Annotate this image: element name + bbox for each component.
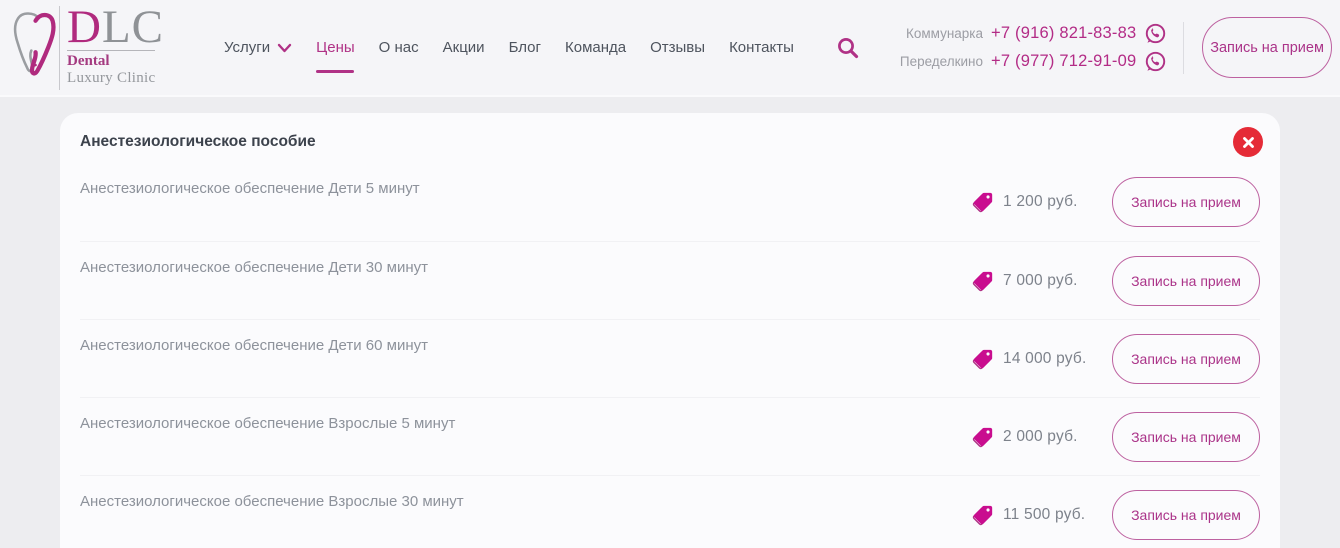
contact-row: Переделкино +7 (977) 712-91-09 — [900, 50, 1167, 73]
contacts-block: Коммунарка +7 (916) 821-83-83 Переделкин… — [900, 22, 1167, 73]
logo-text: DLC Dental Luxury Clinic — [67, 4, 164, 87]
row-appointment-button[interactable]: Запись на прием — [1112, 255, 1260, 306]
nav-item-aktsii[interactable]: Акции — [443, 39, 485, 56]
search-icon[interactable] — [836, 36, 860, 60]
price-panel: Анестезиологическое пособие Анестезиолог… — [60, 113, 1280, 548]
nav-item-label: Услуги — [224, 39, 271, 56]
price-group: 2 000 руб. Запись на прием — [972, 411, 1260, 462]
price-tag-icon — [972, 271, 993, 291]
price-group: 11 500 руб. Запись на прием — [972, 489, 1260, 540]
appointment-button[interactable]: Запись на прием — [1202, 17, 1332, 78]
service-name: Анестезиологическое обеспечение Дети 30 … — [80, 259, 428, 276]
nav-item-label: Отзывы — [650, 39, 706, 56]
logo-abbr: DLC — [67, 4, 164, 51]
whatsapp-glyph — [1146, 23, 1166, 44]
price-group: 7 000 руб. Запись на прием — [972, 255, 1260, 306]
site-header: DLC Dental Luxury Clinic Услуги Цены О н… — [0, 0, 1340, 97]
price-tag-icon — [972, 427, 993, 447]
chevron-down-icon — [277, 43, 292, 52]
magnifier-glyph — [837, 37, 858, 58]
row-appointment-button[interactable]: Запись на прием — [1112, 489, 1260, 540]
price-row: Анестезиологическое обеспечение Дети 60 … — [80, 319, 1260, 397]
panel-header: Анестезиологическое пособие — [80, 113, 1263, 163]
brand-logo[interactable]: DLC Dental Luxury Clinic — [10, 4, 164, 92]
nav-item-kontakty[interactable]: Контакты — [729, 39, 794, 56]
price-row: Анестезиологическое обеспечение Взрослые… — [80, 397, 1260, 475]
header-divider — [1183, 21, 1185, 74]
service-name: Анестезиологическое обеспечение Взрослые… — [80, 493, 464, 510]
whatsapp-icon[interactable] — [1144, 50, 1167, 73]
contact-row: Коммунарка +7 (916) 821-83-83 — [900, 22, 1167, 45]
main-nav: Услуги Цены О нас Акции Блог Команда Отз… — [224, 39, 794, 56]
price-value: 1 200 руб. — [1003, 193, 1078, 210]
phone-link[interactable]: +7 (977) 712-91-09 — [991, 52, 1136, 71]
price-rows: Анестезиологическое обеспечение Дети 5 м… — [80, 163, 1260, 548]
nav-item-tseny[interactable]: Цены — [316, 39, 355, 56]
x-glyph — [1242, 136, 1254, 148]
price-group: 14 000 руб. Запись на прием — [972, 333, 1260, 384]
nav-item-o-nas[interactable]: О нас — [379, 39, 419, 56]
price-row: Анестезиологическое обеспечение Дети 30 … — [80, 241, 1260, 319]
logo-abbr-rest: LC — [101, 1, 165, 54]
service-name: Анестезиологическое обеспечение Дети 5 м… — [80, 180, 420, 197]
nav-item-label: Цены — [316, 39, 355, 56]
page-content: Анестезиологическое пособие Анестезиолог… — [0, 97, 1340, 548]
nav-item-otzyvy[interactable]: Отзывы — [650, 39, 705, 56]
price-value: 11 500 руб. — [1003, 505, 1086, 523]
row-appointment-button[interactable]: Запись на прием — [1112, 177, 1260, 227]
nav-item-label: Блог — [508, 39, 541, 56]
price-value: 14 000 руб. — [1003, 349, 1087, 367]
whatsapp-glyph — [1146, 51, 1166, 72]
whatsapp-icon[interactable] — [1144, 22, 1167, 45]
nav-item-label: Команда — [564, 39, 627, 56]
logo-divider — [59, 5, 60, 90]
price-row: Анестезиологическое обеспечение Дети 5 м… — [80, 163, 1260, 241]
price-value: 2 000 руб. — [1003, 427, 1078, 445]
contact-location: Переделкино — [899, 54, 984, 69]
logo-tagline-2: Luxury Clinic — [67, 69, 156, 86]
nav-item-blog[interactable]: Блог — [509, 39, 541, 56]
row-appointment-button[interactable]: Запись на прием — [1112, 333, 1260, 384]
row-appointment-button[interactable]: Запись на прием — [1112, 411, 1260, 462]
nav-item-label: Контакты — [729, 39, 794, 56]
price-tag-icon — [972, 349, 993, 369]
service-name: Анестезиологическое обеспечение Взрослые… — [80, 415, 456, 432]
service-name: Анестезиологическое обеспечение Дети 60 … — [80, 337, 428, 354]
panel-title: Анестезиологическое пособие — [80, 133, 316, 150]
nav-item-label: Акции — [442, 39, 485, 56]
price-value: 7 000 руб. — [1003, 271, 1078, 289]
nav-item-uslugi[interactable]: Услуги — [224, 39, 292, 56]
price-row: Анестезиологическое обеспечение Взрослые… — [80, 475, 1260, 548]
logo-abbr-first: D — [67, 1, 102, 54]
logo-tagline-1: Dental — [67, 52, 110, 69]
nav-item-komanda[interactable]: Команда — [565, 39, 626, 56]
contact-location: Коммунарка — [905, 26, 984, 41]
tooth-icon — [13, 11, 56, 75]
price-tag-icon — [972, 192, 993, 213]
close-icon[interactable] — [1233, 127, 1263, 157]
price-tag-icon — [972, 505, 993, 525]
price-group: 1 200 руб. Запись на прием — [972, 177, 1260, 227]
phone-link[interactable]: +7 (916) 821-83-83 — [991, 24, 1136, 43]
nav-item-label: О нас — [378, 39, 419, 56]
